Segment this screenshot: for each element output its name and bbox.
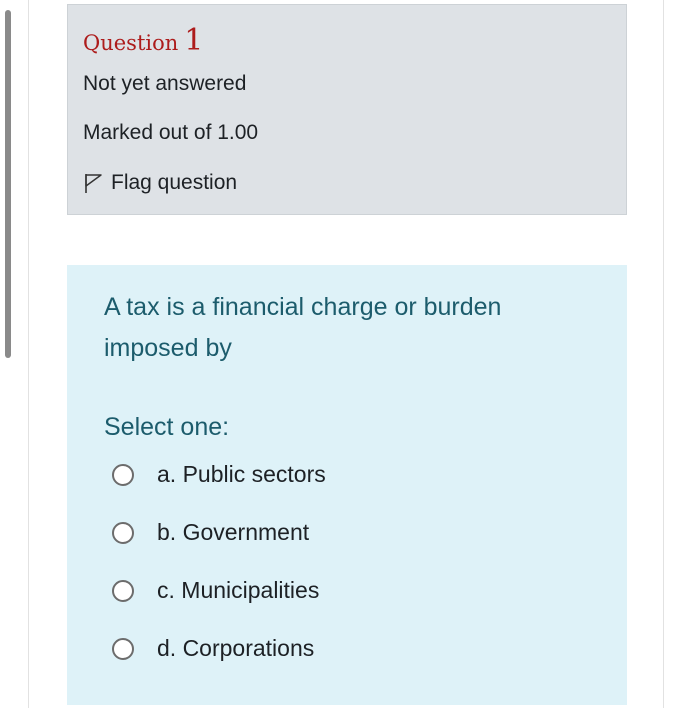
answer-option-a-label[interactable]: a. Public sectors (157, 461, 326, 488)
question-title-word: Question (83, 31, 179, 55)
radio-button-a[interactable] (112, 463, 134, 486)
question-marks: Marked out of 1.00 (83, 121, 259, 144)
answer-option-d-label[interactable]: d. Corporations (157, 635, 314, 662)
question-text: A tax is a financial charge or burden im… (104, 293, 502, 362)
answer-option-a[interactable]: a. Public sectors (112, 461, 326, 488)
radio-button-c[interactable] (112, 579, 134, 602)
flag-question-link[interactable]: Flag question (83, 171, 237, 195)
question-status: Not yet answered (83, 72, 247, 95)
answer-option-d[interactable]: d. Corporations (112, 635, 314, 662)
answer-option-b-label[interactable]: b. Government (157, 519, 309, 546)
radio-button-d[interactable] (112, 637, 134, 660)
question-content-panel: A tax is a financial charge or burden im… (67, 265, 627, 705)
select-one-prompt: Select one: (104, 413, 230, 441)
answer-option-c[interactable]: c. Municipalities (112, 577, 319, 604)
scroll-indicator[interactable] (5, 10, 11, 358)
question-info-panel: Question 1 Not yet answered Marked out of… (67, 4, 627, 215)
question-number: 1 (184, 23, 204, 58)
flag-icon (85, 174, 102, 193)
flag-question-label: Flag question (111, 171, 238, 194)
answer-option-b[interactable]: b. Government (112, 519, 309, 546)
radio-button-b[interactable] (112, 521, 134, 544)
answer-option-c-label[interactable]: c. Municipalities (157, 577, 319, 604)
question-title: Question 1 (83, 23, 203, 58)
